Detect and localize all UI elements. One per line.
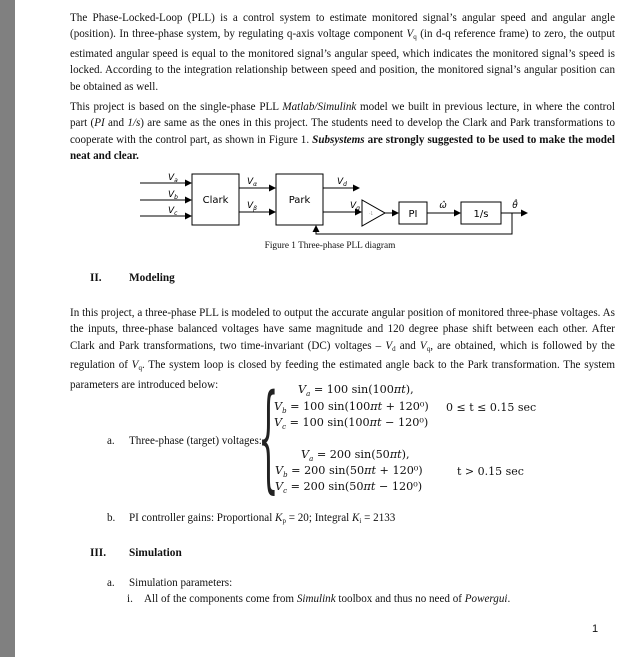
equation-vb-1: Vb = 100 sin(100πt + 120⁰) (274, 400, 429, 416)
equation-va-1: Va = 100 sin(100πt), (298, 383, 414, 399)
alpha-label: Vα (247, 177, 257, 188)
park-label: Park (289, 195, 311, 206)
beta-label: Vβ (247, 201, 257, 212)
input-label-vb: Vb (168, 190, 178, 201)
input-label-va: Va (168, 173, 178, 184)
window-gutter (0, 0, 15, 657)
gain-label: -1 (369, 211, 373, 216)
page-number: 1 (592, 623, 599, 635)
integrator-label: 1/s (474, 209, 489, 220)
input-label-vc: Vc (168, 206, 178, 217)
pi-label: PI (409, 209, 418, 220)
gain-block (361, 199, 387, 227)
theta-label: θ̂ (512, 198, 518, 211)
equation-vc-1: Vc = 100 sin(100πt − 120⁰) (274, 416, 429, 432)
clark-label: Clark (203, 195, 229, 206)
pll-block-diagram: Va Vb Vc Clark Park Vα Vβ Vd Vq -1 PI ω̂… (140, 173, 528, 235)
modeling-paragraph: In this project, a three-phase PLL is mo… (70, 307, 616, 391)
vq-label: Vq (350, 201, 360, 212)
figure-caption: Figure 1 Three-phase PLL diagram (264, 241, 396, 251)
omega-label: ω̂ (439, 200, 447, 211)
condition-2: t > 0.15 sec (457, 465, 524, 478)
vd-label: Vd (337, 177, 347, 188)
equation-va-2: Va = 200 sin(50πt), (301, 448, 410, 464)
document-page: The Phase-Locked-Loop (PLL) is a control… (15, 0, 639, 657)
equation-vc-2: Vc = 200 sin(50πt − 120⁰) (275, 480, 423, 496)
equation-vb-2: Vb = 200 sin(50πt + 120⁰) (275, 464, 423, 480)
condition-1: 0 ≤ t ≤ 0.15 sec (446, 401, 537, 414)
